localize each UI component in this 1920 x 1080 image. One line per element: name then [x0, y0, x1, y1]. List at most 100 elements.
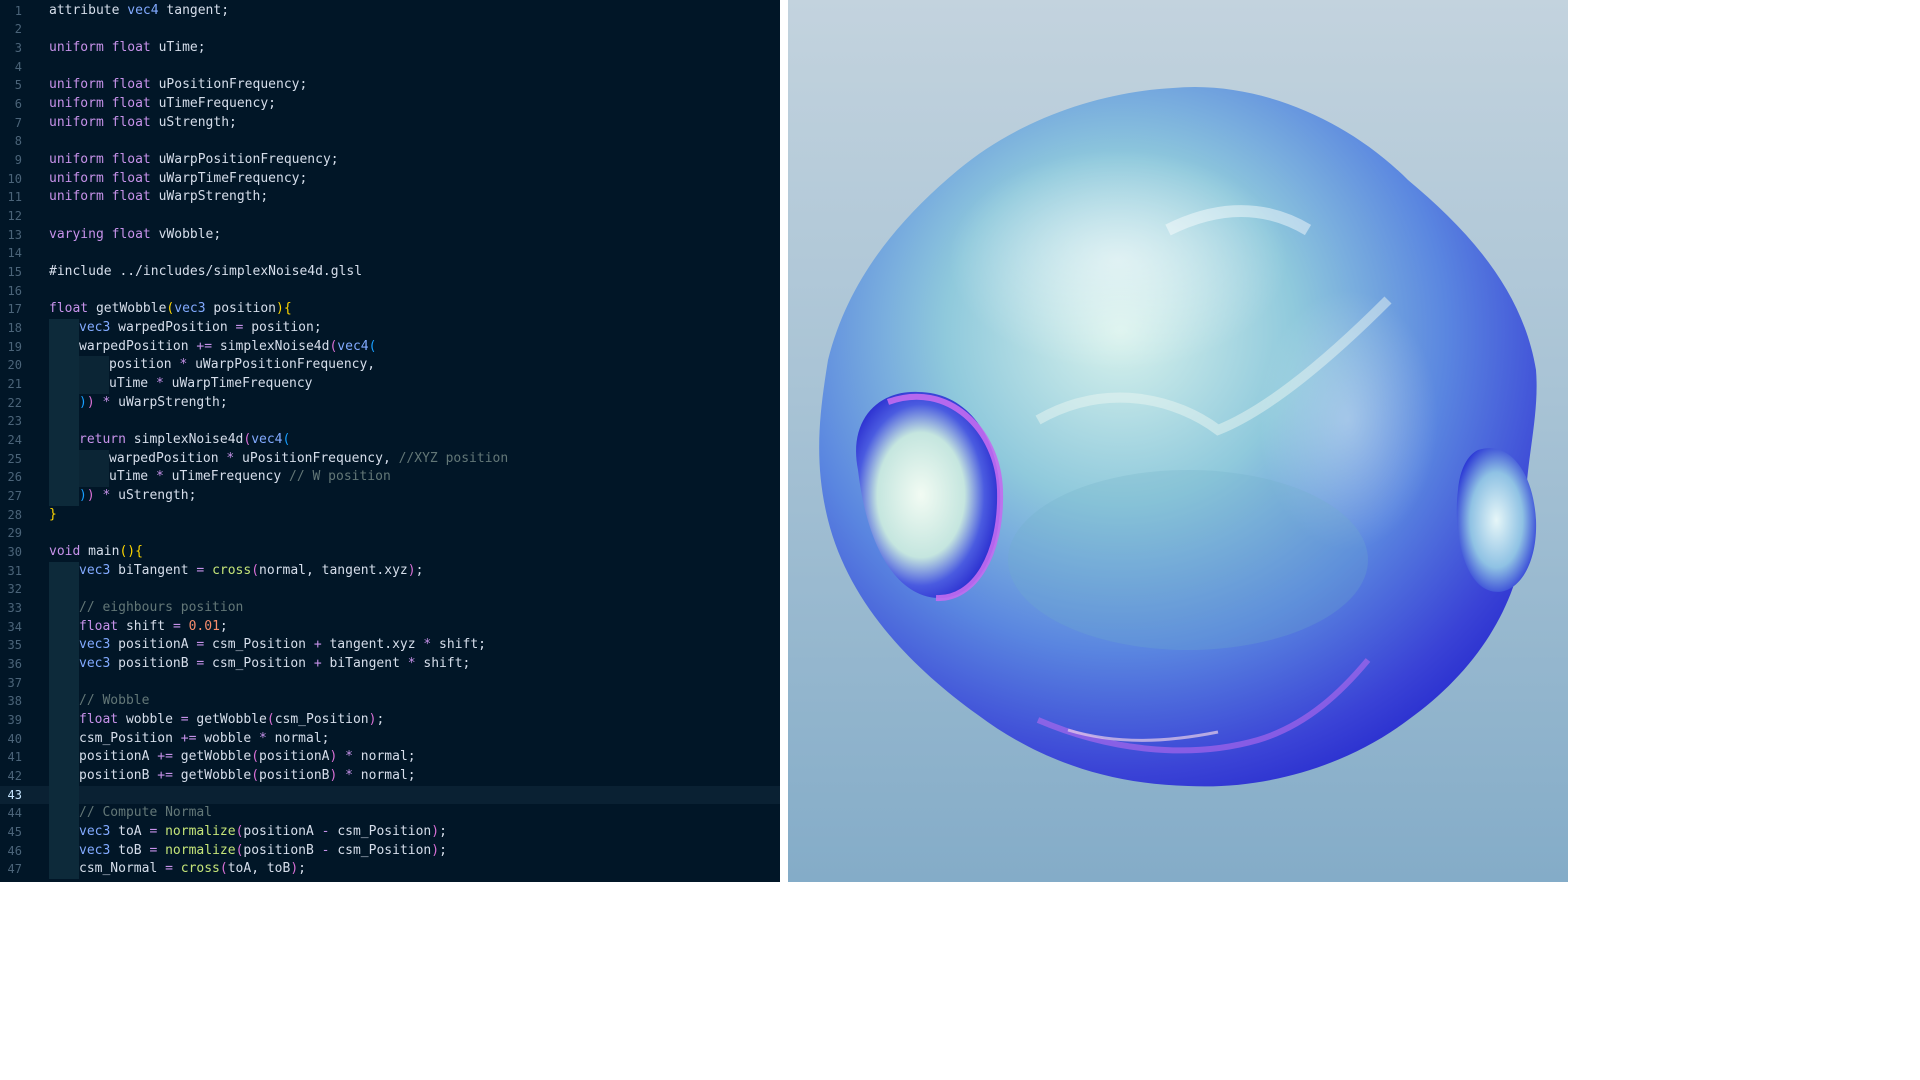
code-text: uniform float uPositionFrequency;: [49, 76, 307, 95]
code-token: csm_Position: [204, 637, 314, 653]
code-token: vec4: [337, 338, 369, 354]
code-token: uWarpStrength;: [150, 189, 269, 205]
code-line[interactable]: 44 // Compute Normal: [0, 804, 780, 823]
code-line[interactable]: 36 vec3 positionB = csm_Position + biTang…: [0, 654, 780, 674]
indent-guide: [49, 729, 79, 749]
code-line[interactable]: 25 warpedPosition * uPositionFrequency, /…: [0, 449, 780, 469]
code-line[interactable]: 33 // eighbours position: [0, 598, 780, 618]
code-line[interactable]: 37: [0, 673, 780, 693]
code-line[interactable]: 29: [0, 524, 780, 543]
code-line[interactable]: 24 return simplexNoise4d(vec4(: [0, 430, 780, 450]
line-number: 43: [7, 787, 22, 802]
code-line[interactable]: 39 float wobble = getWobble(csm_Position)…: [0, 710, 780, 730]
code-text: vec3 toA = normalize(positionA - csm_Pos…: [79, 823, 447, 842]
code-token: (: [282, 431, 291, 447]
line-number: 19: [7, 339, 22, 354]
code-token: uTimeFrequency: [163, 469, 290, 485]
code-token: uniform: [49, 77, 104, 93]
line-number: 37: [7, 675, 22, 690]
code-token: vec4: [251, 431, 283, 447]
code-line[interactable]: 41 positionA += getWobble(positionA) * no…: [0, 748, 780, 767]
code-line[interactable]: 11 uniform float uWarpStrength;: [0, 188, 780, 207]
code-token: warpedPosition: [109, 450, 227, 466]
code-line[interactable]: 43: [0, 785, 780, 805]
code-text: csm_Position += wobble * normal;: [79, 730, 329, 749]
indent-guide: [49, 748, 79, 767]
code-token: *: [155, 375, 164, 391]
code-line[interactable]: 46 vec3 toB = normalize(positionB - csm_P…: [0, 841, 780, 861]
line-number: 35: [7, 638, 22, 653]
code-line[interactable]: 47 csm_Normal = cross(toA, toB);: [0, 860, 780, 879]
code-line[interactable]: 30 void main(){: [0, 543, 780, 562]
code-token: shift;: [431, 637, 487, 653]
code-line[interactable]: 15 #include ../includes/simplexNoise4d.gl…: [0, 263, 780, 282]
code-line[interactable]: 16: [0, 282, 780, 301]
code-line[interactable]: 5 uniform float uPositionFrequency;: [0, 76, 780, 95]
code-token: shift: [118, 618, 173, 634]
code-line[interactable]: 3 uniform float uTime;: [0, 39, 780, 58]
code-token: csm_Position: [329, 823, 432, 839]
code-line[interactable]: 20 position * uWarpPositionFrequency,: [0, 356, 780, 375]
code-line[interactable]: 35 vec3 positionA = csm_Position + tangen…: [0, 636, 780, 655]
indent-guide: [49, 430, 79, 450]
code-line[interactable]: 6 uniform float uTimeFrequency;: [0, 95, 780, 114]
code-token: ;: [298, 861, 306, 877]
line-number: 9: [14, 152, 22, 167]
line-number: 23: [7, 414, 22, 429]
code-line[interactable]: 34 float shift = 0.01;: [0, 617, 780, 637]
code-token: =: [165, 861, 173, 877]
code-text: position * uWarpPositionFrequency,: [109, 356, 375, 375]
code-text: float shift = 0.01;: [79, 618, 228, 637]
code-text: uniform float uTimeFrequency;: [49, 95, 276, 114]
code-line[interactable]: 23: [0, 412, 780, 431]
code-token: uPositionFrequency,: [234, 450, 399, 466]
code-text: vec3 positionB = csm_Position + biTangen…: [79, 655, 470, 674]
code-token: uStrength;: [110, 487, 197, 503]
code-line[interactable]: 28}: [0, 506, 780, 525]
code-token: uWarpPositionFrequency;: [150, 151, 339, 167]
code-token: *: [345, 767, 353, 783]
code-token: positionB: [79, 767, 158, 783]
code-line[interactable]: 21 uTime * uWarpTimeFrequency: [0, 374, 780, 394]
code-token: positionB: [243, 842, 322, 858]
code-line[interactable]: 12: [0, 207, 780, 226]
code-token: getWobble: [172, 749, 252, 765]
code-token: positionA: [110, 637, 197, 653]
code-token: *: [407, 655, 416, 671]
code-line[interactable]: 13 varying float vWobble;: [0, 226, 780, 245]
code-line[interactable]: 42 positionB += getWobble(positionB) * no…: [0, 766, 780, 786]
code-token: float: [49, 301, 89, 317]
render-viewport[interactable]: [788, 0, 1568, 882]
code-line[interactable]: 18 vec3 warpedPosition = position;: [0, 318, 780, 338]
indent-guide: [79, 468, 109, 487]
line-number: 38: [7, 694, 22, 709]
code-line[interactable]: 45 vec3 toA = normalize(positionA - csm_P…: [0, 822, 780, 842]
code-text: #include ../includes/simplexNoise4d.glsl: [49, 263, 362, 282]
code-line[interactable]: 7 uniform float uStrength;: [0, 114, 780, 133]
code-line[interactable]: 26 uTime * uTimeFrequency // W position: [0, 468, 780, 487]
code-line[interactable]: 19 warpedPosition += simplexNoise4d(vec4(: [0, 337, 780, 357]
code-line[interactable]: 32: [0, 580, 780, 599]
code-text: positionB += getWobble(positionB) * norm…: [79, 767, 416, 786]
code-line[interactable]: 31 vec3 biTangent = cross(normal, tangent…: [0, 561, 780, 581]
code-token: -: [321, 823, 330, 839]
code-line[interactable]: 4: [0, 58, 780, 77]
code-line[interactable]: 38 // Wobble: [0, 692, 780, 711]
code-line[interactable]: 1 attribute vec4 tangent;: [0, 2, 780, 21]
split-divider[interactable]: [780, 0, 788, 882]
code-token: uWarpPositionFrequency,: [187, 357, 376, 373]
code-line[interactable]: 2: [0, 20, 780, 39]
code-editor[interactable]: 1 attribute vec4 tangent; 2 3 uniform float …: [0, 0, 780, 882]
code-line[interactable]: 27)) * uStrength;: [0, 486, 780, 506]
code-line[interactable]: 9 uniform float uWarpPositionFrequency;: [0, 151, 780, 170]
code-line[interactable]: 14: [0, 244, 780, 263]
code-line[interactable]: 40 csm_Position += wobble * normal;: [0, 729, 780, 749]
code-token: cross: [180, 861, 220, 877]
code-token: (: [251, 767, 260, 783]
code-line[interactable]: 17 float getWobble(vec3 position){: [0, 300, 780, 319]
code-line[interactable]: 10 uniform float uWarpTimeFrequency;: [0, 170, 780, 189]
code-line[interactable]: 8: [0, 132, 780, 151]
code-line[interactable]: 22)) * uWarpStrength;: [0, 393, 780, 413]
